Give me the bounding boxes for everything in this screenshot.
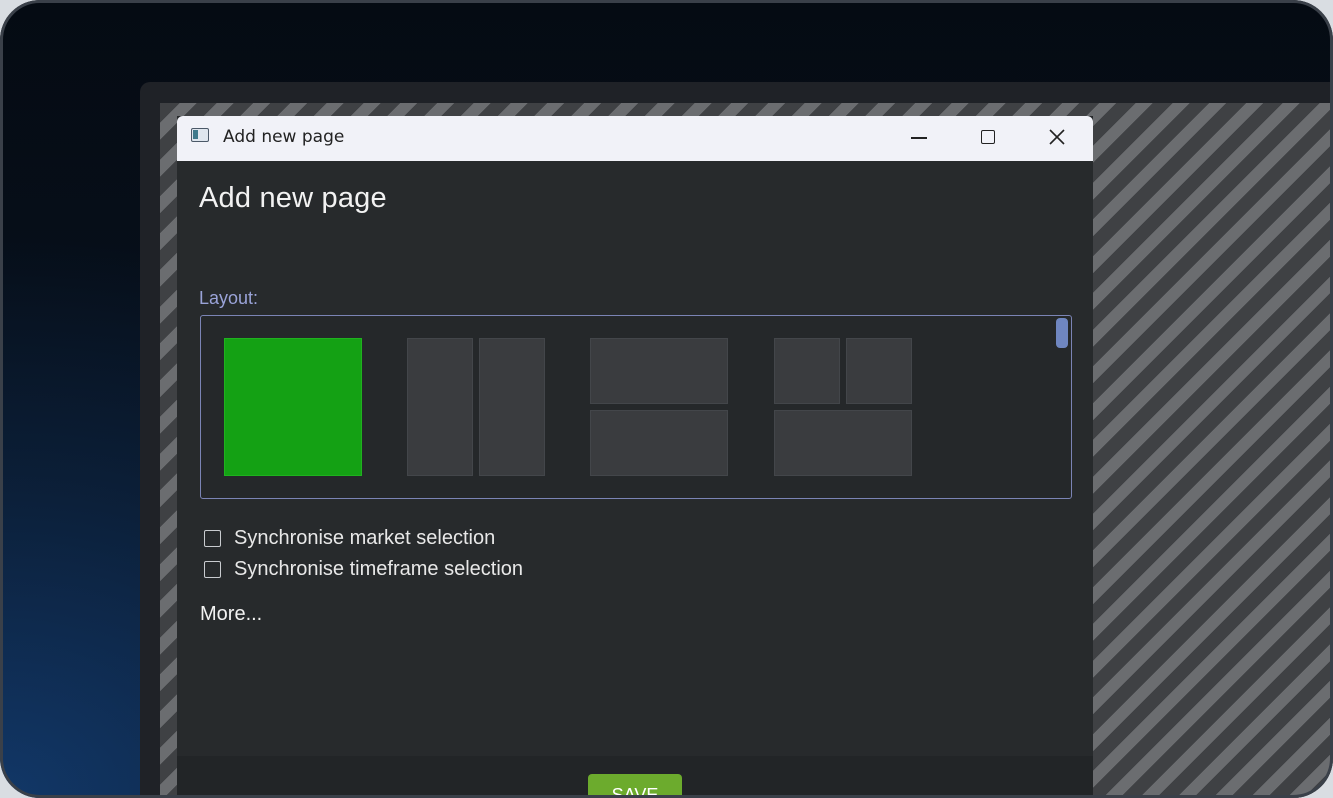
minimize-icon — [911, 137, 927, 139]
layout-scrollbar-thumb[interactable] — [1056, 318, 1068, 348]
layout-cell — [224, 338, 362, 476]
dialog-heading: Add new page — [199, 182, 387, 214]
more-link[interactable]: More... — [200, 603, 262, 626]
close-icon — [1049, 129, 1065, 145]
window-title: Add new page — [223, 127, 345, 147]
layout-cell — [590, 338, 728, 404]
layout-option-two-rows[interactable] — [590, 338, 728, 476]
layout-cell — [590, 410, 728, 476]
layout-picker — [200, 315, 1072, 499]
checkbox-box[interactable] — [204, 561, 221, 578]
sync-market-label: Synchronise market selection — [234, 527, 496, 549]
app-window-icon — [191, 128, 209, 142]
maximize-button[interactable] — [968, 122, 1008, 152]
close-button[interactable] — [1037, 122, 1077, 152]
save-button[interactable]: SAVE — [588, 774, 682, 798]
layout-option-two-columns[interactable] — [407, 338, 545, 476]
sync-timeframe-label: Synchronise timeframe selection — [234, 558, 524, 580]
layout-cell — [774, 410, 912, 476]
add-page-window: Add new page Add new page Layout: Synchr… — [177, 116, 1093, 798]
layout-cell — [407, 338, 473, 476]
layout-cell — [774, 338, 840, 404]
minimize-button[interactable] — [899, 122, 939, 152]
layout-option-two-top-one-bottom[interactable] — [774, 338, 912, 476]
maximize-icon — [981, 130, 995, 144]
screenshot-frame: Add new page Add new page Layout: Synchr… — [0, 0, 1333, 798]
title-bar[interactable]: Add new page — [177, 116, 1093, 161]
checkbox-box[interactable] — [204, 530, 221, 547]
layout-label: Layout: — [199, 288, 259, 308]
layout-cell — [479, 338, 545, 476]
layout-option-single[interactable] — [224, 338, 362, 476]
layout-cell — [846, 338, 912, 404]
